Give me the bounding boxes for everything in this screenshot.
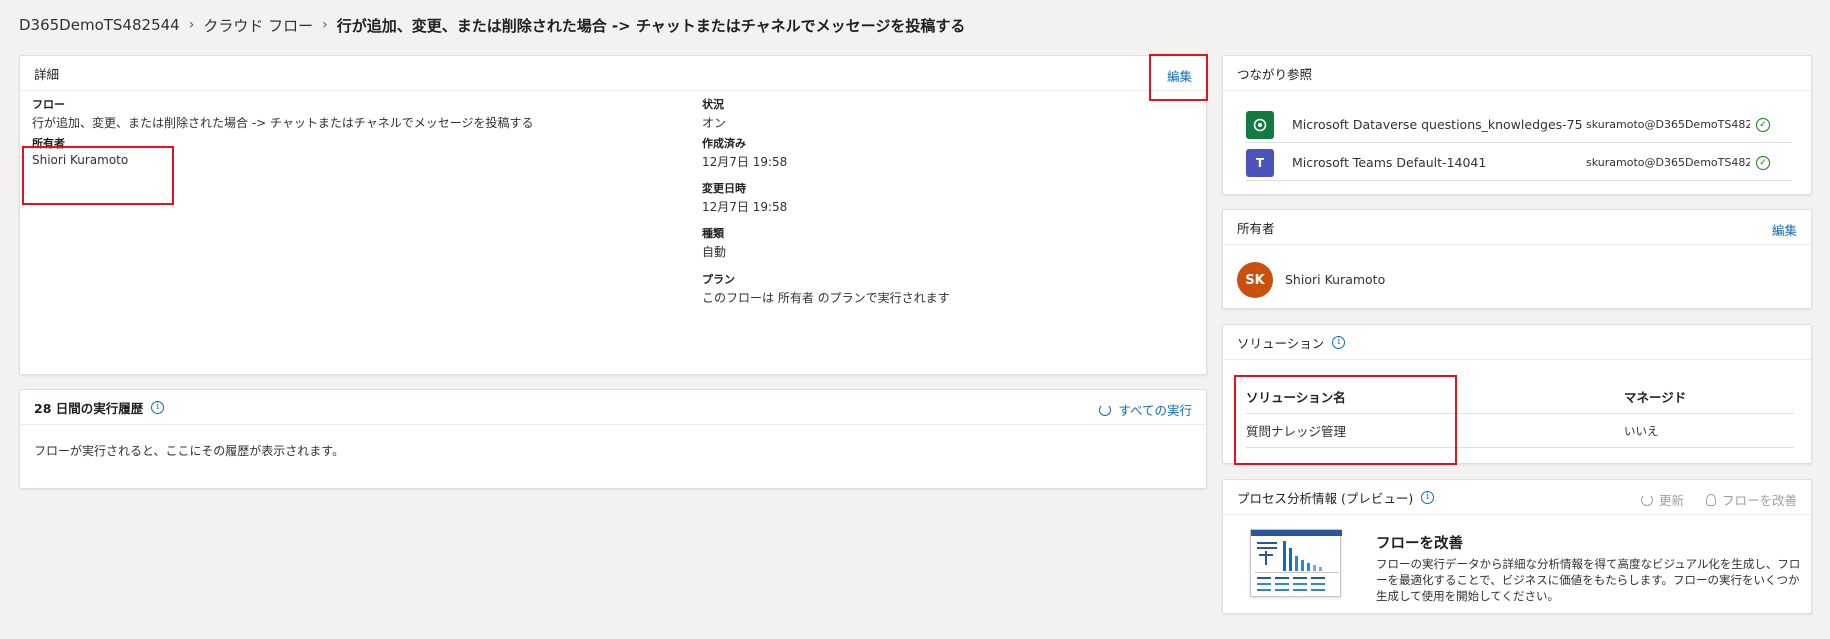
created-label: 作成済み <box>702 137 746 150</box>
created-field: 作成済み 12月7日 19:58 <box>702 135 787 170</box>
owner-card: 所有者 編集 SK Shiori Kuramoto <box>1222 209 1812 309</box>
flow-label: フロー <box>32 98 65 111</box>
highlight-box-owner <box>22 146 174 205</box>
process-insights-illustration <box>1250 529 1342 597</box>
info-icon[interactable]: i <box>1421 490 1435 504</box>
flow-value: 行が追加、変更、または削除された場合 -> チャットまたはチャネルでメッセージを… <box>32 116 534 130</box>
connection-row-teams[interactable]: T Microsoft Teams Default-14041 skuramot… <box>1246 145 1792 181</box>
connection-references-header: つながり参照 <box>1223 56 1811 91</box>
chevron-right-icon: › <box>188 17 195 33</box>
info-icon[interactable]: i <box>151 400 165 414</box>
chevron-right-icon: › <box>322 17 328 33</box>
managed-cell: いいえ <box>1624 423 1659 438</box>
process-insights-card: プロセス分析情報 (プレビュー) i 更新 フローを改善 フローを改善 フローの… <box>1222 479 1812 614</box>
plan-value: このフローは 所有者 のプランで実行されます <box>702 291 950 305</box>
owner-name: Shiori Kuramoto <box>1285 272 1386 287</box>
breadcrumb: D365DemoTS482544 › クラウド フロー › 行が追加、変更、また… <box>19 14 965 36</box>
owner-title: 所有者 <box>1237 220 1275 236</box>
type-field: 種類 自動 <box>702 225 726 260</box>
refresh-button[interactable]: 更新 <box>1659 490 1684 509</box>
connection-name: Microsoft Dataverse questions_knowledges… <box>1292 117 1582 132</box>
details-header: 詳細 <box>20 56 1206 91</box>
connection-name: Microsoft Teams Default-14041 <box>1292 155 1487 170</box>
owner-header: 所有者 <box>1223 210 1811 245</box>
status-value: オン <box>702 116 727 130</box>
process-insights-description: フローの実行データから詳細な分析情報を得て高度なビジュアル化を生成し、フローを最… <box>1376 557 1801 603</box>
info-icon[interactable]: i <box>1332 335 1346 349</box>
connection-references-card: つながり参照 Microsoft Dataverse questions_kno… <box>1222 55 1812 195</box>
process-actions: 更新 フローを改善 <box>1640 490 1797 509</box>
details-title: 詳細 <box>34 66 60 82</box>
type-label: 種類 <box>702 227 724 240</box>
refresh-icon <box>1640 493 1653 506</box>
run-history-header: 28 日間の実行履歴 i <box>20 390 1206 425</box>
solution-title: ソリューション <box>1237 335 1325 351</box>
refresh-icon <box>1099 403 1112 416</box>
breadcrumb-environment[interactable]: D365DemoTS482544 <box>19 16 180 34</box>
process-insights-heading: フローを改善 <box>1376 536 1463 552</box>
plan-field: プラン このフローは 所有者 のプランで実行されます <box>702 271 1102 306</box>
modified-label: 変更日時 <box>702 182 746 195</box>
plan-label: プラン <box>702 273 735 286</box>
run-history-card: 28 日間の実行履歴 i すべての実行 フローが実行されると、ここにその履歴が表… <box>19 389 1207 489</box>
all-runs-link[interactable]: すべての実行 <box>1099 400 1192 419</box>
highlight-box-solution-name <box>1234 375 1457 465</box>
status-label: 状況 <box>702 98 724 111</box>
dataverse-icon <box>1246 110 1274 139</box>
improve-flow-button[interactable]: フローを改善 <box>1722 490 1797 509</box>
check-circle-icon: ✓ <box>1756 117 1770 132</box>
type-value: 自動 <box>702 245 727 259</box>
highlight-box-details-edit <box>1149 54 1208 101</box>
modified-field: 変更日時 12月7日 19:58 <box>702 180 787 215</box>
run-history-empty-message: フローが実行されると、ここにその履歴が表示されます。 <box>34 444 345 458</box>
created-value: 12月7日 19:58 <box>702 155 788 169</box>
connection-row-dataverse[interactable]: Microsoft Dataverse questions_knowledges… <box>1246 107 1792 143</box>
owner-edit-link[interactable]: 編集 <box>1772 220 1797 239</box>
all-runs-label: すべての実行 <box>1118 403 1192 418</box>
avatar: SK <box>1237 262 1273 298</box>
connection-user: skuramoto@D365DemoTS482544 <box>1586 156 1750 169</box>
status-field: 状況 オン <box>702 96 726 131</box>
check-circle-icon: ✓ <box>1756 155 1770 170</box>
breadcrumb-cloud-flows[interactable]: クラウド フロー <box>203 15 313 36</box>
managed-column-header[interactable]: マネージド <box>1624 387 1686 406</box>
page-title: 行が追加、変更、または削除された場合 -> チャットまたはチャネルでメッセージを… <box>336 16 966 35</box>
connection-user: skuramoto@D365DemoTS482544 <box>1586 118 1750 131</box>
teams-icon: T <box>1246 148 1274 177</box>
process-insights-title: プロセス分析情報 (プレビュー) <box>1237 490 1414 506</box>
modified-value: 12月7日 19:58 <box>702 200 788 214</box>
run-history-title: 28 日間の実行履歴 <box>34 400 144 416</box>
connection-references-title: つながり参照 <box>1237 66 1313 82</box>
flow-field: フロー 行が追加、変更、または削除された場合 -> チャットまたはチャネルでメッ… <box>32 96 672 131</box>
solution-header: ソリューション i <box>1223 325 1811 360</box>
lightbulb-icon <box>1705 493 1716 506</box>
details-card: 詳細 編集 フロー 行が追加、変更、または削除された場合 -> チャットまたはチ… <box>19 55 1207 375</box>
